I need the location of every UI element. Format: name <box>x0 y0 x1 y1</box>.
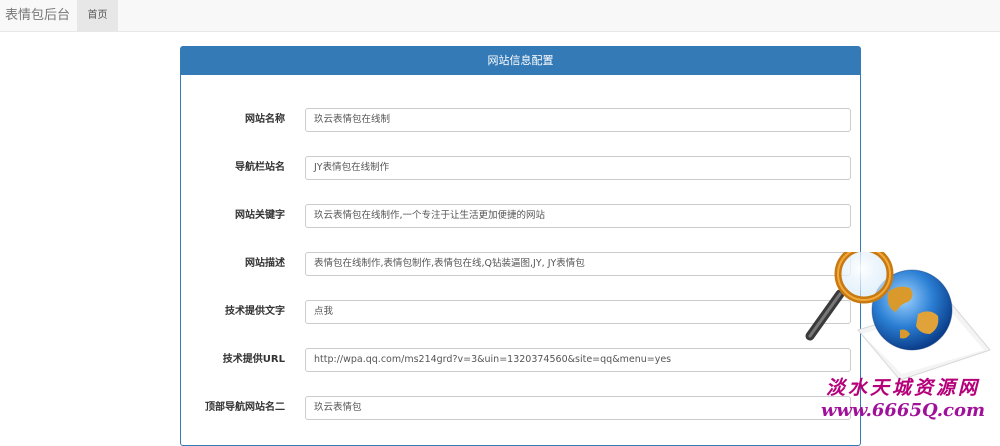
tech-url-input[interactable]: http://wpa.qq.com/ms214grd?v=3&uin=13203… <box>305 348 851 372</box>
site-name-input[interactable]: 玖云表情包在线制 <box>305 108 851 132</box>
navbar-brand[interactable]: 表情包后台 <box>5 0 70 31</box>
description-label: 网站描述 <box>245 258 285 269</box>
top-nav-name2-label: 顶部导航网站名二 <box>205 402 285 413</box>
tech-text-input[interactable]: 点我 <box>305 300 851 324</box>
keywords-label: 网站关键字 <box>235 210 285 221</box>
watermark: 淡水天城资源网 www.6665Q.com <box>808 376 998 422</box>
tech-url-label: 技术提供URL <box>222 354 285 365</box>
form-row-tech-url: 技术提供URL http://wpa.qq.com/ms214grd?v=3&u… <box>181 348 860 372</box>
site-config-panel: 网站信息配置 网站名称 玖云表情包在线制 导航栏站名 JY表情包在线制作 网站关… <box>180 46 861 446</box>
form-row-tech-text: 技术提供文字 点我 <box>181 300 860 324</box>
form-row-description: 网站描述 表情包在线制作,表情包制作,表情包在线,Q钻装逼图,JY, JY表情包 <box>181 252 860 276</box>
globe-magnifier-illustration <box>805 252 991 381</box>
tech-text-label: 技术提供文字 <box>225 306 285 317</box>
form-row-top-nav-name2: 顶部导航网站名二 玖云表情包 <box>181 396 860 420</box>
form-row-site-name: 网站名称 玖云表情包在线制 <box>181 108 860 132</box>
nav-item-home[interactable]: 首页 <box>77 0 118 31</box>
panel-title: 网站信息配置 <box>181 47 860 75</box>
description-input[interactable]: 表情包在线制作,表情包制作,表情包在线,Q钻装逼图,JY, JY表情包 <box>305 252 851 276</box>
watermark-url: www.6665Q.com <box>820 400 986 421</box>
keywords-input[interactable]: 玖云表情包在线制作,一个专注于让生活更加便捷的网站 <box>305 204 851 228</box>
top-nav-name2-input[interactable]: 玖云表情包 <box>305 396 851 420</box>
watermark-site-name: 淡水天城资源网 <box>825 377 980 399</box>
form-row-nav-site-name: 导航栏站名 JY表情包在线制作 <box>181 156 860 180</box>
nav-site-name-input[interactable]: JY表情包在线制作 <box>305 156 851 180</box>
top-navbar: 表情包后台 首页 <box>0 0 1000 32</box>
nav-site-name-label: 导航栏站名 <box>235 162 285 173</box>
site-name-label: 网站名称 <box>245 114 285 125</box>
form-row-keywords: 网站关键字 玖云表情包在线制作,一个专注于让生活更加便捷的网站 <box>181 204 860 228</box>
